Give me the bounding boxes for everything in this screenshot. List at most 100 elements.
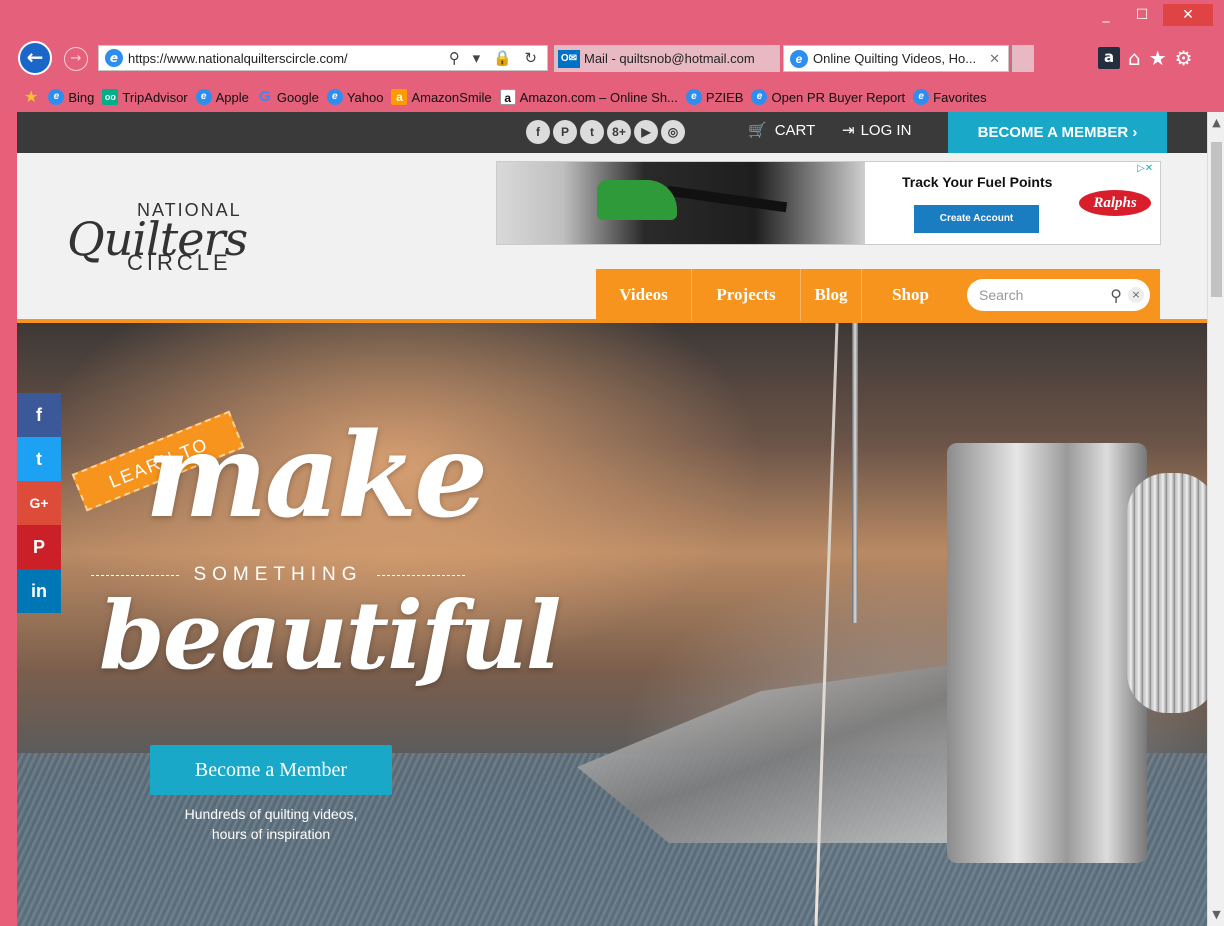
login-label: LOG IN (860, 121, 912, 139)
cart-link[interactable]: 🛒 CART (748, 121, 816, 140)
minimize-button[interactable]: _ (1091, 4, 1121, 26)
vertical-scrollbar[interactable]: ▲ ▼ (1207, 112, 1224, 926)
search-placeholder: Search (979, 287, 1024, 303)
search-icon[interactable]: ⚲ (1110, 286, 1122, 305)
nav-blog[interactable]: Blog (801, 269, 862, 321)
advertisement-banner[interactable]: ▷✕ Track Your Fuel Points Create Account… (496, 161, 1161, 245)
share-pinterest-icon[interactable]: P (17, 525, 61, 569)
facebook-icon[interactable]: f (526, 120, 550, 144)
dashed-divider (376, 574, 465, 576)
sewing-machine-body (947, 443, 1147, 863)
home-icon[interactable]: ⌂ (1128, 46, 1141, 70)
hero-subtitle-line: hours of inspiration (211, 826, 331, 842)
tab-mail[interactable]: O✉ Mail - quiltsnob@hotmail.com (554, 45, 780, 72)
favorite-yahoo[interactable]: e Yahoo (326, 89, 384, 105)
favorite-amazonsmile[interactable]: a AmazonSmile (391, 89, 492, 105)
favorite-label: TripAdvisor (122, 89, 188, 105)
google-icon: G (259, 88, 271, 105)
tab-quilting-videos[interactable]: e Online Quilting Videos, Ho... ✕ (783, 45, 1009, 72)
favorite-label: Amazon.com – Online Sh... (519, 89, 678, 105)
favorites-bar: ★ e Bing oo TripAdvisor e Apple G Google e Ya… (0, 82, 1224, 112)
nav-shop[interactable]: Shop (862, 269, 959, 321)
pinterest-icon[interactable]: P (553, 120, 577, 144)
forward-button[interactable]: → (64, 47, 88, 71)
scroll-down-arrow-icon[interactable]: ▼ (1210, 908, 1223, 922)
ad-headline: Track Your Fuel Points (902, 174, 1053, 190)
favorite-label: Apple (215, 89, 249, 105)
back-button[interactable]: ← (18, 41, 52, 75)
favorite-tripadvisor[interactable]: oo TripAdvisor (102, 89, 188, 105)
scroll-thumb[interactable] (1211, 142, 1222, 297)
googleplus-icon[interactable]: 8+ (607, 120, 631, 144)
ie-icon: e (326, 89, 343, 105)
share-facebook-icon[interactable]: f (17, 393, 61, 437)
login-icon: ⇥ (842, 122, 855, 139)
browser-right-tools: a ⌂ ★ ⚙ (1098, 45, 1193, 71)
share-twitter-icon[interactable]: t (17, 437, 61, 481)
cart-icon: 🛒 (748, 122, 767, 139)
login-link[interactable]: ⇥ LOG IN (842, 121, 912, 140)
favorite-label: Bing (68, 89, 95, 105)
youtube-icon[interactable]: ▶ (634, 120, 658, 144)
main-navigation: Videos Projects Blog Shop Search ⚲ × (596, 269, 1160, 321)
become-member-hero-button[interactable]: Become a Member (150, 745, 392, 795)
ie-icon: e (685, 89, 702, 105)
tripadvisor-icon: oo (102, 89, 119, 105)
favorite-label: Open PR Buyer Report (771, 89, 906, 105)
adchoices-icon[interactable]: ▷✕ (1137, 163, 1153, 174)
twitter-icon[interactable]: t (580, 120, 604, 144)
new-tab-button[interactable] (1012, 45, 1034, 72)
title-bar: _ ☐ ✕ (0, 0, 1224, 34)
address-bar[interactable]: e https://www.nationalquilterscircle.com… (98, 45, 548, 71)
favorite-label: Favorites (933, 89, 987, 105)
close-window-button[interactable]: ✕ (1163, 4, 1213, 26)
ad-create-account-button[interactable]: Create Account (914, 205, 1039, 233)
become-member-top-button[interactable]: BECOME A MEMBER › (948, 112, 1167, 153)
ie-icon: e (195, 89, 212, 105)
favorite-google[interactable]: G Google (257, 89, 319, 105)
site-logo[interactable]: NATIONAL Quilters CIRCLE (67, 200, 267, 280)
ie-icon: e (751, 89, 768, 105)
ad-nozzle (597, 180, 677, 220)
maximize-button[interactable]: ☐ (1127, 4, 1157, 26)
favorite-amazon[interactable]: a Amazon.com – Online Sh... (499, 89, 678, 105)
nav-projects[interactable]: Projects (692, 269, 801, 321)
favorite-apple[interactable]: e Apple (195, 89, 249, 105)
hero-make-text: make (145, 408, 488, 544)
nav-videos[interactable]: Videos (596, 269, 692, 321)
settings-gear-icon[interactable]: ⚙ (1175, 46, 1193, 70)
tab-close-icon[interactable]: ✕ (989, 51, 1000, 67)
social-links: f P t 8+ ▶ ◎ (526, 120, 685, 144)
sewing-machine-knob (1127, 473, 1207, 713)
tab-label: Mail - quiltsnob@hotmail.com (584, 51, 755, 66)
scroll-up-arrow-icon[interactable]: ▲ (1210, 116, 1223, 130)
share-sidebar: f t G+ P in (17, 393, 61, 613)
ad-brand-logo: Ralphs (1079, 190, 1151, 216)
share-googleplus-icon[interactable]: G+ (17, 481, 61, 525)
favorite-pzieb[interactable]: e PZIEB (685, 89, 743, 105)
favorites-star-icon[interactable]: ★ (1149, 46, 1167, 70)
hero-subtitle: Hundreds of quilting videos, hours of in… (150, 804, 392, 844)
logo-circle: CIRCLE (127, 250, 232, 275)
cart-label: CART (774, 121, 816, 139)
share-linkedin-icon[interactable]: in (17, 569, 61, 613)
address-tools-icons[interactable]: ⚲ ▾ 🔒 ↻ (449, 49, 541, 67)
search-input[interactable]: Search ⚲ × (967, 279, 1150, 311)
instagram-icon[interactable]: ◎ (661, 120, 685, 144)
hero-subtitle-line: Hundreds of quilting videos, (184, 806, 358, 822)
search-clear-icon[interactable]: × (1128, 287, 1144, 303)
amazon-icon: a (391, 89, 408, 105)
amazon-assistant-icon[interactable]: a (1098, 47, 1120, 69)
favorite-label: Yahoo (346, 89, 384, 105)
url-text[interactable]: https://www.nationalquilterscircle.com/ (128, 51, 449, 66)
dashed-divider (91, 574, 180, 576)
favorite-bing[interactable]: e Bing (48, 89, 94, 105)
add-favorite-star-icon[interactable]: ★ (24, 87, 38, 107)
favorite-favorites[interactable]: e Favorites (913, 89, 987, 105)
ie-icon: e (790, 49, 808, 68)
amazon-icon: a (499, 89, 516, 105)
tab-label: Online Quilting Videos, Ho... (813, 51, 977, 66)
outlook-icon: O✉ (558, 49, 580, 68)
page-viewport: f P t 8+ ▶ ◎ 🛒 CART ⇥ LOG IN BECOME A ME… (17, 112, 1207, 926)
favorite-open-pr[interactable]: e Open PR Buyer Report (751, 89, 905, 105)
